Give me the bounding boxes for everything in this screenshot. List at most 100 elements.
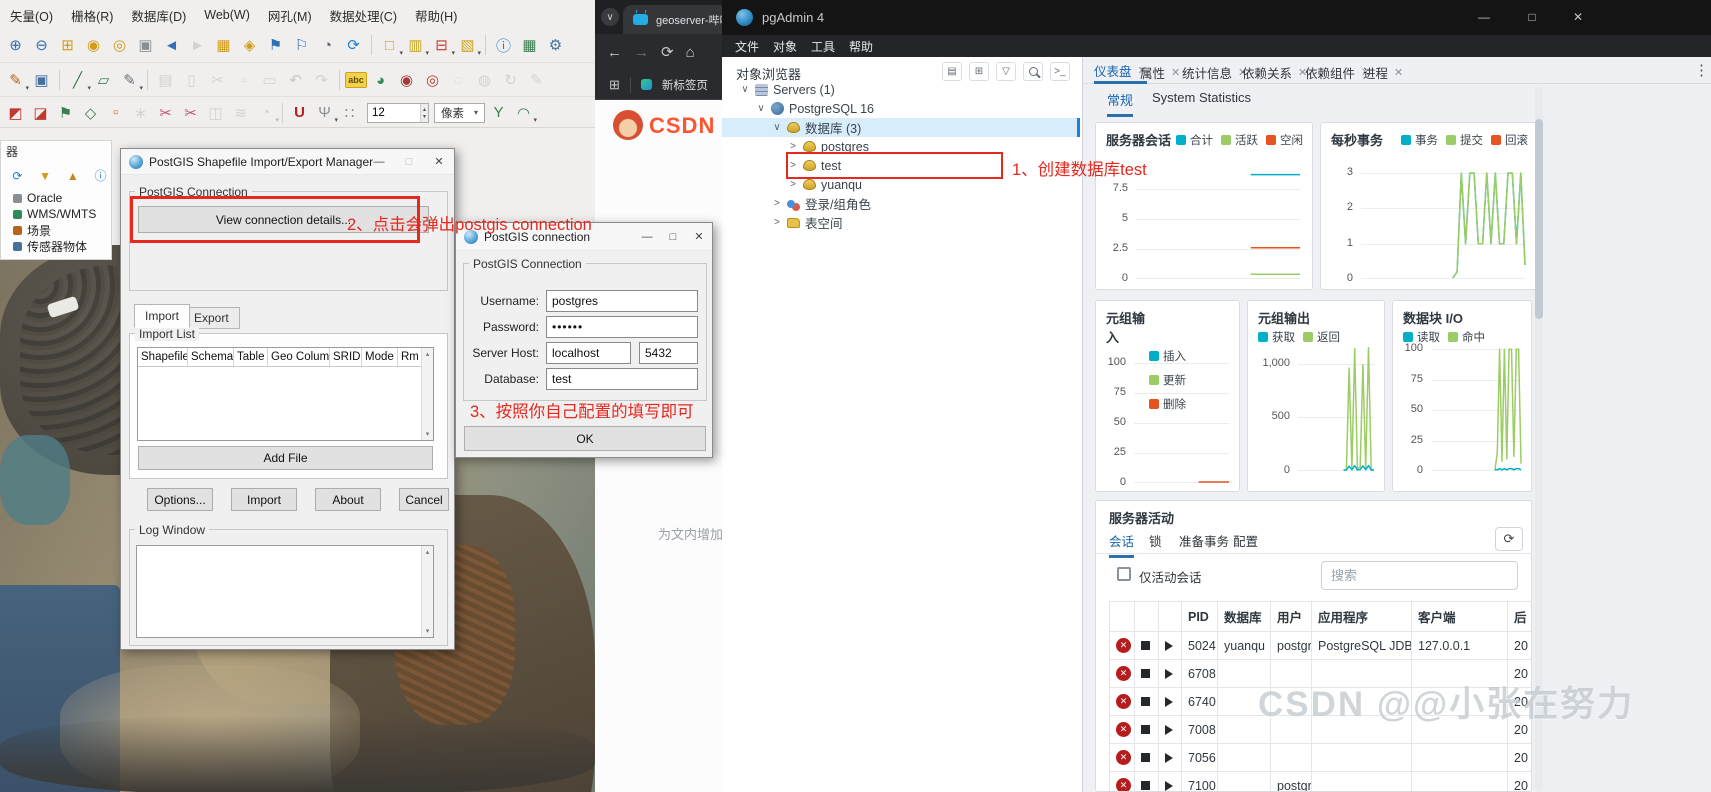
- select-by-location-icon[interactable]: ▧ ▾: [455, 33, 481, 58]
- kebab-menu-icon[interactable]: ⋮: [1694, 61, 1709, 79]
- terminate-session-icon-cell[interactable]: [1134, 771, 1159, 791]
- menu-tools[interactable]: 工具: [811, 38, 835, 55]
- cancel-query-icon-cell[interactable]: ✕: [1109, 771, 1135, 791]
- close-button[interactable]: ✕: [424, 149, 454, 174]
- chevron-right-icon[interactable]: >: [772, 198, 782, 209]
- paste-features-icon[interactable]: ▭: [257, 68, 282, 93]
- chevron-down-icon[interactable]: ∨: [772, 122, 782, 133]
- port-field[interactable]: [639, 342, 698, 364]
- tab-dependencies[interactable]: 依赖关系 ✕: [1242, 60, 1307, 84]
- browser-item-2[interactable]: 场景: [1, 222, 111, 238]
- table-view-icon[interactable]: ⊞: [969, 62, 989, 81]
- refresh-icon[interactable]: ⟳: [7, 163, 28, 188]
- cancel-query-icon[interactable]: ✕: [1116, 694, 1131, 709]
- digitize-line-icon[interactable]: ╱ ▾: [65, 68, 91, 93]
- tree-item-db-postgres[interactable]: > postgres: [788, 137, 869, 156]
- apps-grid-icon[interactable]: ⊞: [609, 77, 620, 93]
- snapping-options-icon[interactable]: Ψ ▾: [312, 100, 338, 125]
- tree-item-db-test[interactable]: > test: [788, 156, 841, 175]
- log-window-textarea[interactable]: ▴ ▾: [136, 545, 434, 638]
- options-button[interactable]: Options...: [147, 488, 213, 511]
- expand-row-icon-cell[interactable]: [1158, 659, 1182, 688]
- chevron-down-icon[interactable]: ∨: [740, 84, 750, 95]
- terminate-session-icon[interactable]: [1141, 781, 1150, 790]
- delete-selected-icon[interactable]: ▯: [179, 68, 204, 93]
- activity-tab-locks[interactable]: 锁: [1149, 531, 1162, 555]
- move-label-icon[interactable]: ◌: [446, 68, 471, 93]
- new-3d-map-view-icon[interactable]: ◈: [237, 33, 262, 58]
- home-icon[interactable]: ⌂: [686, 44, 695, 61]
- chevron-down-icon[interactable]: ∨: [756, 103, 766, 114]
- bookmark-new-tab[interactable]: 新标签页: [662, 77, 708, 93]
- add-feature-icon[interactable]: ▱: [91, 68, 116, 93]
- menu-web[interactable]: Web(W): [204, 8, 250, 22]
- cancel-query-icon[interactable]: ✕: [1116, 750, 1131, 765]
- filter-browser-icon[interactable]: ▼: [35, 163, 56, 188]
- tree-item-roles[interactable]: > 登录/组角色: [772, 194, 871, 213]
- chevron-right-icon[interactable]: >: [772, 217, 782, 228]
- activity-tab-config[interactable]: 配置: [1233, 531, 1258, 555]
- maximize-button[interactable]: □: [394, 149, 424, 174]
- browser-item-1[interactable]: WMS/WMTS: [1, 206, 111, 222]
- chevron-right-icon[interactable]: >: [788, 160, 798, 171]
- zoom-in-icon[interactable]: ⊕: [3, 33, 28, 58]
- chevron-right-icon[interactable]: >: [788, 141, 798, 152]
- tab-properties[interactable]: 属性 ✕: [1140, 60, 1180, 84]
- reload-icon[interactable]: ⟳: [661, 43, 674, 61]
- menu-mesh[interactable]: 网孔(M): [268, 6, 312, 25]
- menu-help[interactable]: 帮助: [849, 38, 873, 55]
- add-file-button[interactable]: Add File: [138, 446, 433, 470]
- split-parts-icon[interactable]: ✂: [178, 100, 203, 125]
- undo-icon[interactable]: ↶: [283, 68, 308, 93]
- expand-row-icon-cell[interactable]: [1158, 771, 1182, 791]
- psql-tool-icon[interactable]: >_: [1050, 62, 1070, 81]
- view-connection-details-button[interactable]: View connection details...: [138, 206, 429, 233]
- save-layer-edits-icon[interactable]: ▣: [29, 68, 54, 93]
- tab-processes[interactable]: 进程 ✕: [1363, 60, 1403, 84]
- about-button[interactable]: About: [315, 488, 381, 511]
- processing-toolbox-icon[interactable]: ⚙: [543, 33, 568, 58]
- cancel-query-icon-cell[interactable]: ✕: [1109, 631, 1135, 660]
- search-input[interactable]: [1321, 561, 1518, 590]
- select-features-icon[interactable]: □ ▾: [377, 33, 403, 58]
- uncheck-validity-icon[interactable]: ◩: [3, 100, 28, 125]
- expand-row-icon[interactable]: [1165, 640, 1173, 651]
- show-bookmarks-icon[interactable]: ⚐: [289, 33, 314, 58]
- expand-row-icon[interactable]: [1165, 724, 1173, 735]
- refresh-map-icon[interactable]: ⟳: [341, 33, 366, 58]
- database-field[interactable]: [546, 368, 698, 390]
- tree-item-servers[interactable]: ∨ Servers (1): [740, 80, 835, 99]
- tree-item-postgresql16[interactable]: ∨ PostgreSQL 16: [756, 99, 874, 118]
- highlight-labels-icon[interactable]: ◎: [420, 68, 445, 93]
- subtab-system-statistics[interactable]: System Statistics: [1152, 90, 1251, 110]
- dialog-titlebar[interactable]: PostGIS Shapefile Import/Export Manager …: [121, 149, 454, 175]
- close-button[interactable]: ✕: [686, 223, 712, 250]
- close-icon[interactable]: ✕: [1171, 66, 1180, 79]
- tab-dependents[interactable]: 依赖组件 ✕: [1305, 60, 1370, 84]
- zoom-last-icon[interactable]: ◄: [159, 33, 184, 58]
- csdn-logo[interactable]: CSDN: [649, 113, 715, 139]
- browser-item-3[interactable]: 传感器物体: [1, 238, 111, 254]
- subtab-general[interactable]: 常规: [1107, 90, 1134, 117]
- expand-row-icon[interactable]: [1165, 668, 1173, 679]
- active-only-checkbox[interactable]: [1117, 567, 1131, 581]
- collapse-all-icon[interactable]: ▲: [63, 163, 84, 188]
- properties-icon[interactable]: ⓘ: [90, 163, 111, 188]
- minimize-button[interactable]: —: [634, 223, 660, 250]
- tree-item-db-yuanqu[interactable]: > yuanqu: [788, 175, 862, 194]
- cancel-query-icon[interactable]: ✕: [1116, 638, 1131, 653]
- terminate-session-icon-cell[interactable]: [1134, 687, 1159, 716]
- tab-dashboard[interactable]: 仪表盘 ✕: [1094, 60, 1147, 84]
- new-map-view-icon[interactable]: ▦: [211, 33, 236, 58]
- redo-icon[interactable]: ↷: [309, 68, 334, 93]
- rotate-label-icon[interactable]: ↻: [498, 68, 523, 93]
- menu-vector[interactable]: 矢量(O): [10, 6, 53, 25]
- cancel-button[interactable]: Cancel: [399, 488, 449, 511]
- expand-row-icon-cell[interactable]: [1158, 687, 1182, 716]
- menu-database[interactable]: 数据库(D): [131, 6, 186, 25]
- cut-features-icon[interactable]: ✂: [205, 68, 230, 93]
- terminate-session-icon-cell[interactable]: [1134, 631, 1159, 660]
- search-objects-icon[interactable]: [1023, 62, 1043, 81]
- cancel-query-icon-cell[interactable]: ✕: [1109, 659, 1135, 688]
- scrollbar[interactable]: ▴ ▾: [421, 546, 433, 637]
